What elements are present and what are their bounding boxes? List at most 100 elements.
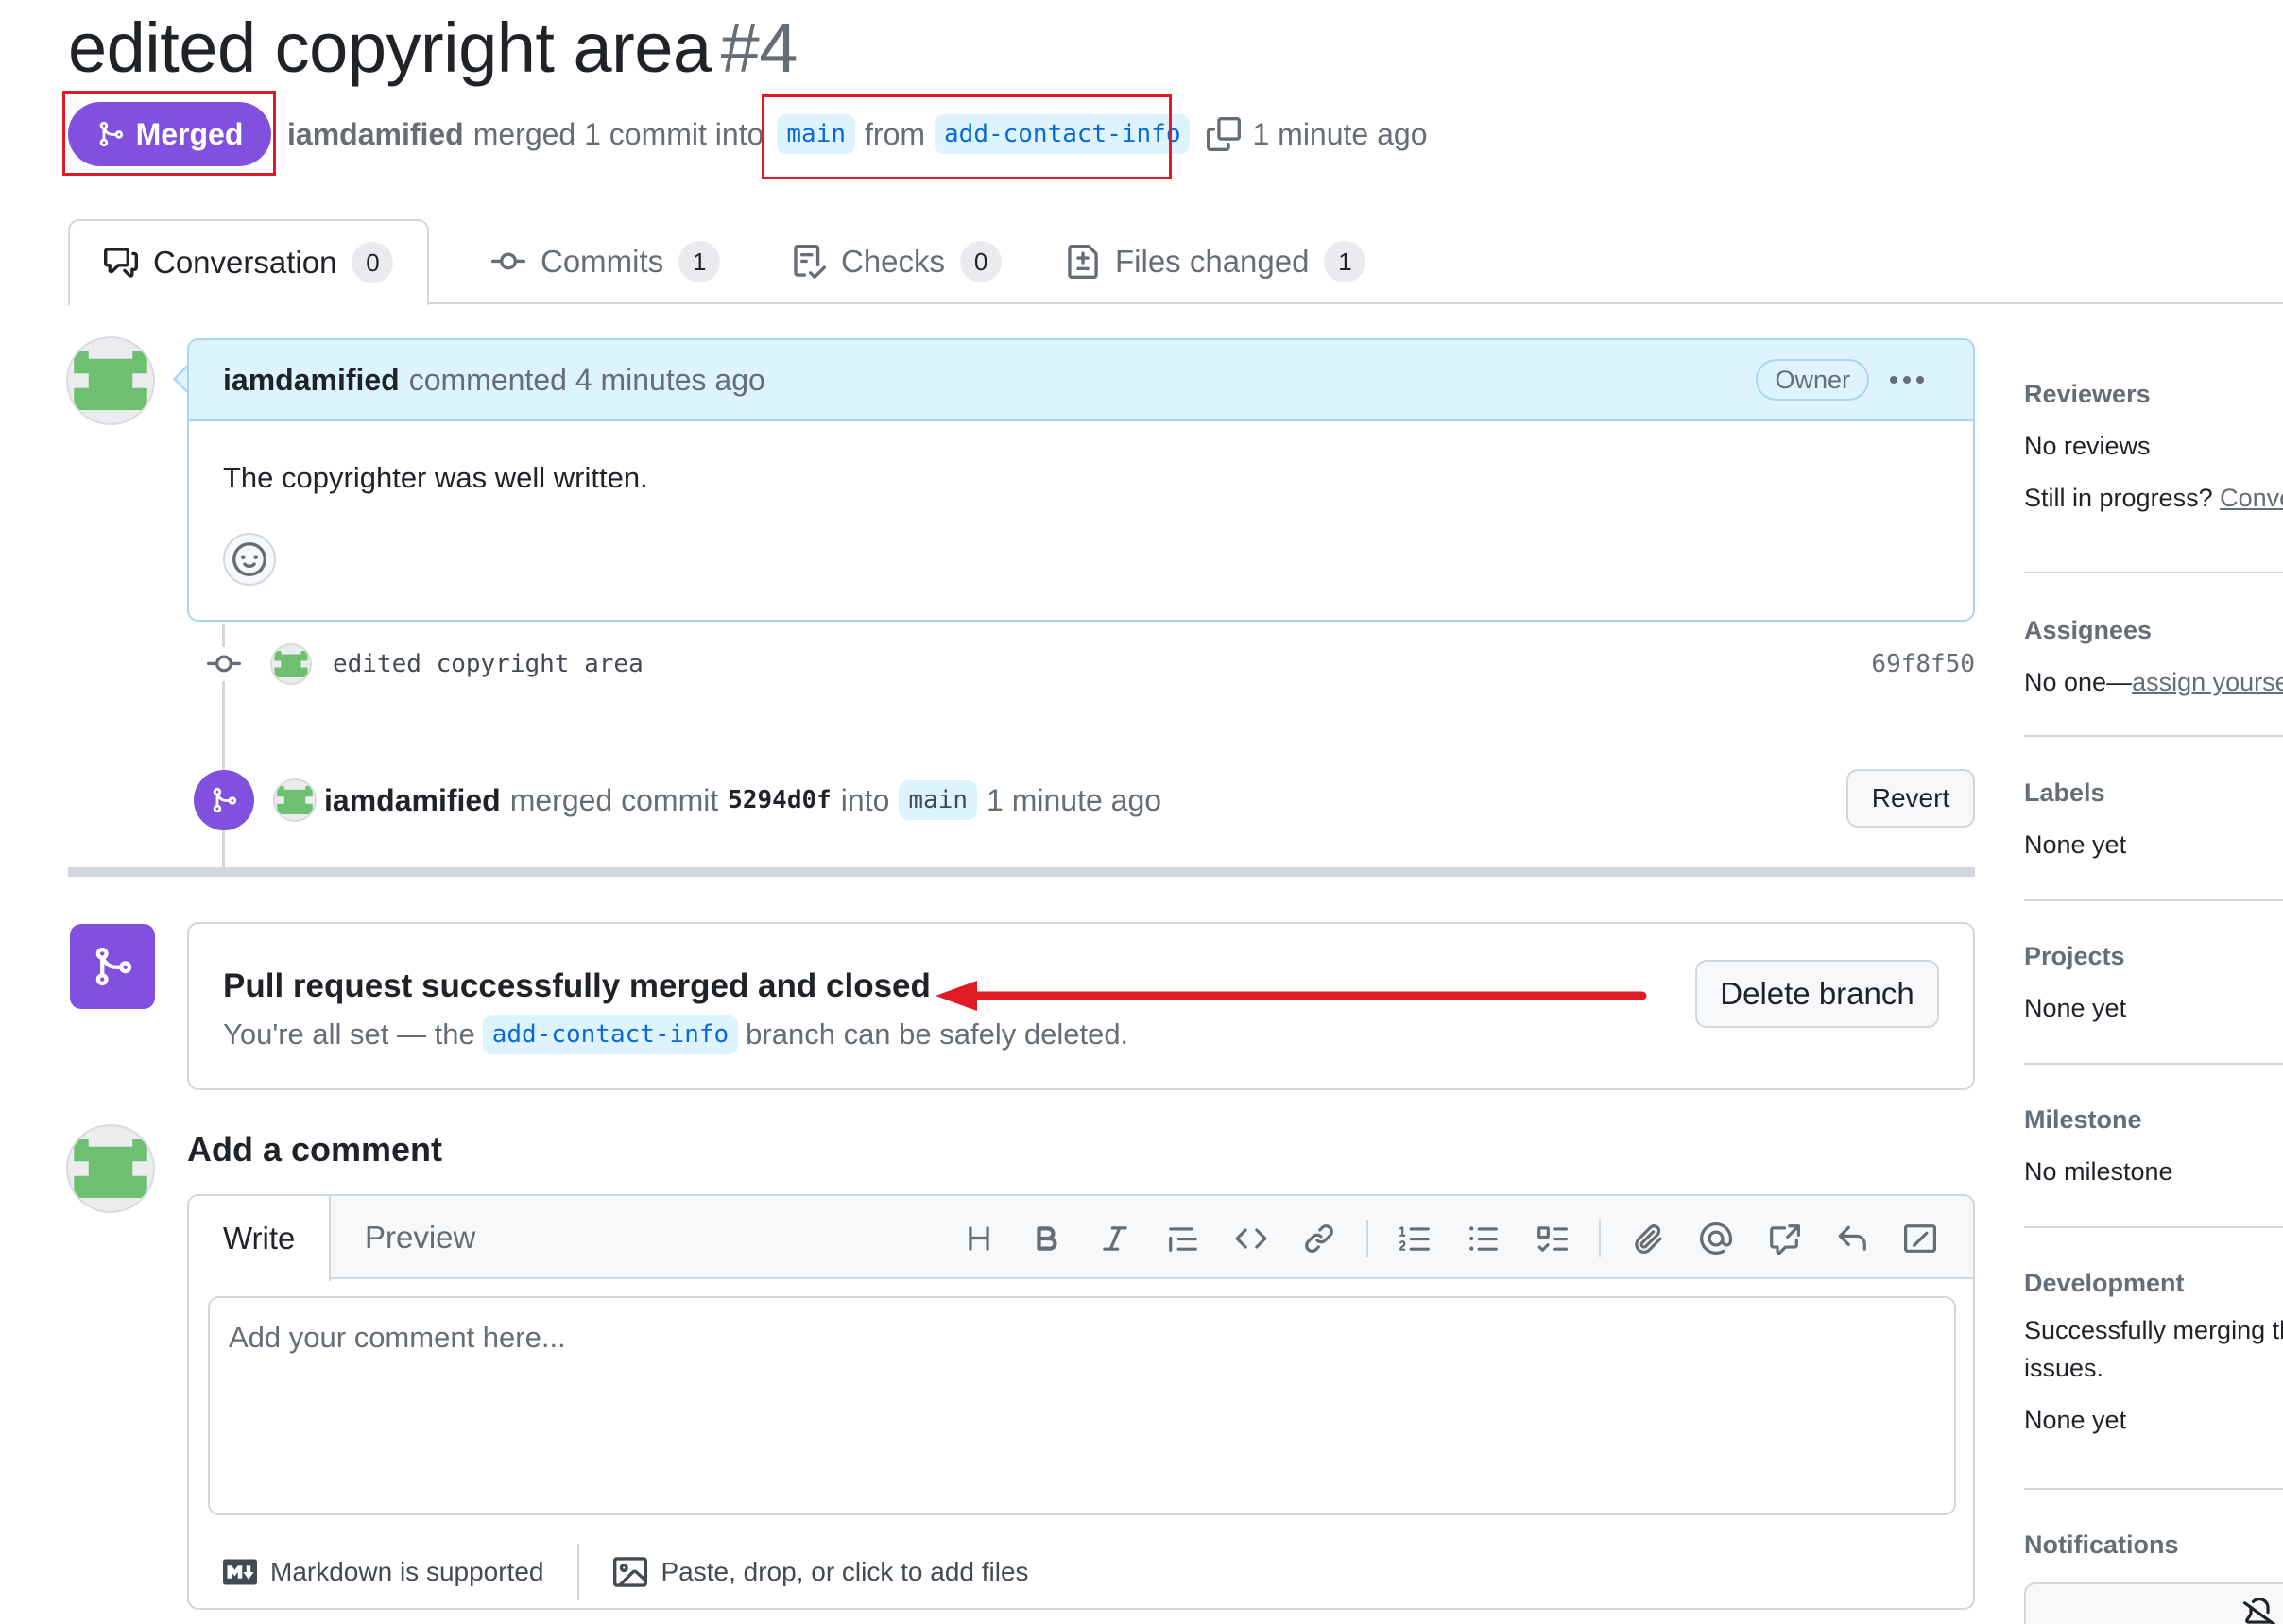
development-title[interactable]: Development: [2024, 1269, 2283, 1298]
pr-title-text: edited copyright area: [68, 9, 712, 87]
heading-icon[interactable]: [945, 1213, 1013, 1264]
reviewers-extra-text: Still in progress?: [2024, 484, 2213, 512]
ordered-list-icon[interactable]: [1382, 1213, 1450, 1264]
toolbar-divider: [1599, 1220, 1601, 1257]
projects-value: None yet: [2024, 994, 2127, 1022]
assign-yourself-link[interactable]: assign yourse: [2132, 668, 2283, 696]
tab-conversation[interactable]: Conversation 0: [68, 219, 430, 306]
comment-body: The copyrighter was well written.: [223, 461, 648, 494]
commit-sha[interactable]: 69f8f50: [1871, 650, 1975, 678]
avatar[interactable]: [66, 336, 155, 425]
tab-conversation-label: Conversation: [153, 245, 337, 280]
pr-time: 1 minute ago: [1252, 116, 1428, 151]
git-merge-icon: [70, 924, 155, 1009]
tab-checks-count: 0: [960, 241, 1003, 282]
convert-to-draft-link[interactable]: Conve: [2220, 484, 2283, 512]
git-commit-icon: [491, 245, 525, 279]
markdown-icon: [223, 1559, 257, 1585]
reviewers-extra: Still in progress? Conve: [2024, 484, 2283, 513]
quote-icon[interactable]: [1149, 1213, 1217, 1264]
attach-files-link[interactable]: Paste, drop, or click to add files: [579, 1544, 1062, 1600]
markdown-supported-link[interactable]: Markdown is supported: [189, 1544, 577, 1600]
merge-branch[interactable]: main: [899, 780, 978, 820]
comment-box: iamdamified commented 4 minutes ago Owne…: [187, 338, 1975, 622]
markdown-toolbar: [945, 1213, 1954, 1264]
sidebar-divider: [2024, 1063, 2283, 1065]
merge-status-sub-before: You're all set — the: [223, 1017, 475, 1051]
git-merge-icon: [194, 770, 254, 830]
tab-checks[interactable]: Checks 0: [758, 219, 1036, 304]
merge-status-subtitle: You're all set — the add-contact-info br…: [223, 1015, 1128, 1054]
pr-author-link[interactable]: iamdamified: [287, 117, 464, 152]
merged-text: merged 1 commit into: [472, 116, 764, 151]
git-commit-icon: [206, 647, 242, 681]
italic-icon[interactable]: [1081, 1213, 1149, 1264]
attach-files-label: Paste, drop, or click to add files: [661, 1557, 1029, 1586]
unordered-list-icon[interactable]: [1450, 1213, 1518, 1264]
assignees-title[interactable]: Assignees: [2024, 616, 2283, 645]
development-value-2: None yet: [2024, 1406, 2127, 1434]
checklist-icon: [792, 245, 826, 279]
comment-header: iamdamified commented 4 minutes ago Owne…: [189, 340, 1973, 421]
comment-discussion-icon: [104, 246, 138, 280]
timeline-end-divider: [68, 867, 1975, 877]
development-line-2: issues.: [2024, 1354, 2104, 1382]
milestone-title[interactable]: Milestone: [2024, 1105, 2283, 1135]
link-icon[interactable]: [1285, 1213, 1353, 1264]
mention-icon[interactable]: [1682, 1213, 1750, 1264]
merge-author[interactable]: iamdamified: [324, 783, 501, 818]
avatar[interactable]: [66, 1124, 155, 1213]
sidebar-labels: Labels None yet: [2024, 778, 2283, 860]
kebab-horizontal-icon[interactable]: [1888, 374, 1926, 385]
copy-icon[interactable]: [1207, 116, 1242, 152]
tab-commits[interactable]: Commits 1: [457, 219, 754, 304]
revert-button[interactable]: Revert: [1846, 769, 1975, 828]
comment-action[interactable]: commented 4 minutes ago: [409, 363, 765, 398]
merge-commit-sha[interactable]: 5294d0f: [728, 786, 832, 814]
merge-status-sub-after: branch can be safely deleted.: [746, 1017, 1129, 1051]
pr-tabs: Conversation 0 Commits 1 Checks 0 Files …: [68, 219, 2283, 306]
avatar[interactable]: [270, 643, 312, 685]
merge-into-text: into: [840, 782, 890, 817]
tasklist-icon[interactable]: [1518, 1213, 1586, 1264]
editor-header: Write Preview: [189, 1196, 1973, 1281]
sidebar-assignees: Assignees No one—assign yourse: [2024, 616, 2283, 697]
owner-badge: Owner: [1756, 359, 1869, 401]
cross-reference-icon[interactable]: [1750, 1213, 1818, 1264]
timeline-merge-event: iamdamified merged commit 5294d0f into m…: [194, 767, 1975, 833]
merge-status-branch[interactable]: add-contact-info: [482, 1015, 739, 1054]
delete-branch-button[interactable]: Delete branch: [1695, 960, 1939, 1028]
sidebar-notifications: Notifications: [2024, 1530, 2283, 1624]
reviewers-title[interactable]: Reviewers: [2024, 380, 2283, 409]
comment-editor: Write Preview Markdown is supported: [187, 1194, 1975, 1610]
commit-message[interactable]: edited copyright area: [333, 650, 644, 678]
merge-status-title: Pull request successfully merged and clo…: [223, 967, 931, 1004]
milestone-value: No milestone: [2024, 1157, 2173, 1186]
tab-preview[interactable]: Preview: [331, 1196, 509, 1279]
comment-author[interactable]: iamdamified: [223, 363, 400, 398]
timeline-commit: edited copyright area 69f8f50: [202, 633, 1975, 695]
sidebar-divider: [2024, 735, 2283, 737]
notifications-button[interactable]: [2024, 1582, 2283, 1624]
bold-icon[interactable]: [1013, 1213, 1081, 1264]
file-diff-icon: [1066, 245, 1100, 279]
avatar[interactable]: [273, 778, 317, 822]
slash-command-icon[interactable]: [1886, 1213, 1954, 1264]
markdown-supported-label: Markdown is supported: [270, 1557, 544, 1586]
tab-conversation-count: 0: [352, 242, 394, 283]
tab-commits-count: 1: [678, 241, 721, 282]
code-icon[interactable]: [1217, 1213, 1285, 1264]
comment-textarea[interactable]: [208, 1296, 1956, 1515]
tab-files-changed-count: 1: [1324, 241, 1366, 282]
smiley-icon[interactable]: [223, 533, 276, 586]
sidebar-milestone: Milestone No milestone: [2024, 1105, 2283, 1187]
projects-title[interactable]: Projects: [2024, 942, 2283, 971]
tab-files-changed[interactable]: Files changed 1: [1032, 219, 1399, 304]
labels-title[interactable]: Labels: [2024, 778, 2283, 808]
sidebar-divider: [2024, 572, 2283, 573]
tab-write[interactable]: Write: [189, 1196, 332, 1281]
pr-title: edited copyright area #4: [68, 8, 798, 88]
sidebar-reviewers: Reviewers No reviews Still in progress? …: [2024, 380, 2283, 513]
paperclip-icon[interactable]: [1614, 1213, 1682, 1264]
reply-icon[interactable]: [1818, 1213, 1886, 1264]
